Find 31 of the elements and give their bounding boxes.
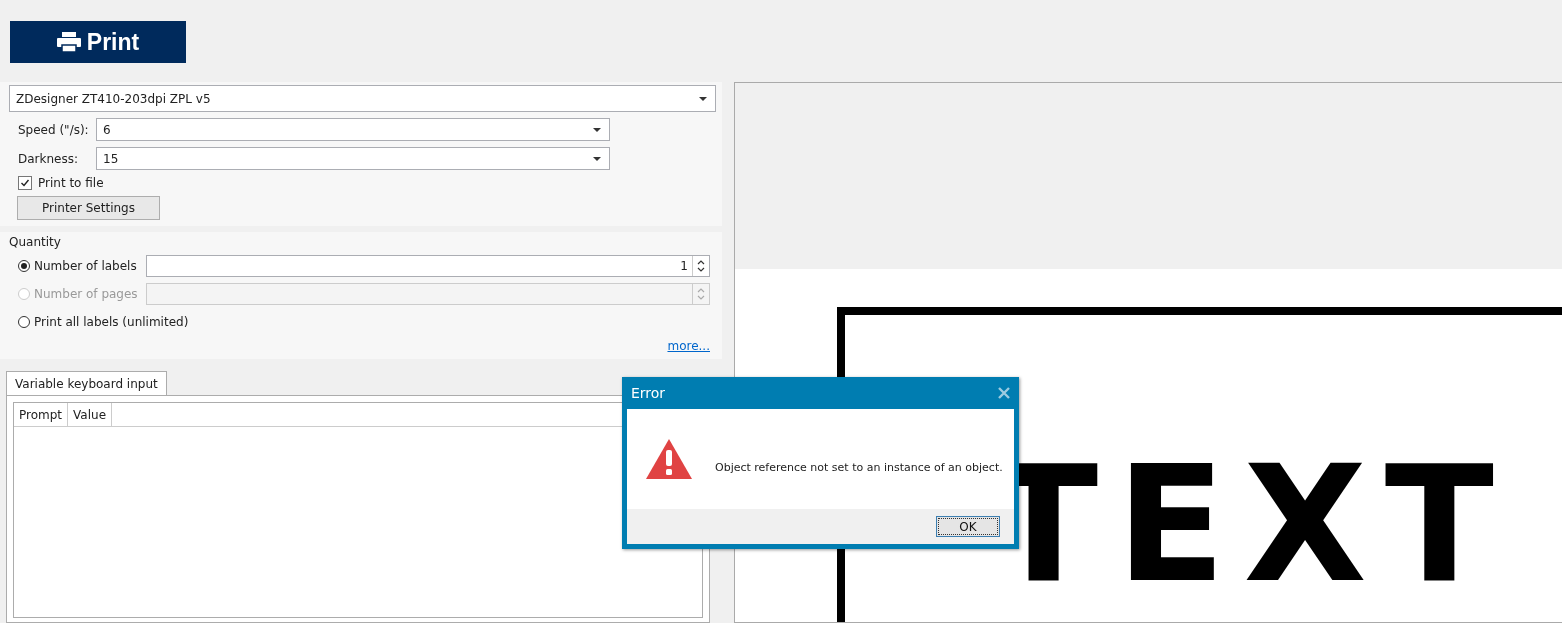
radio-button[interactable]	[18, 260, 30, 272]
setting-label: Speed ("/s):	[18, 122, 90, 137]
radio-button[interactable]	[18, 316, 30, 328]
setting-dropdown[interactable]: 15	[96, 147, 610, 170]
printer-dropdown[interactable]: ZDesigner ZT410-203dpi ZPL v5	[9, 85, 716, 112]
error-message: Object reference not set to an instance of an object.	[715, 460, 1003, 474]
checkmark-icon	[20, 178, 30, 188]
dialog-title: Error	[631, 385, 666, 401]
spinner-icon[interactable]	[697, 258, 705, 274]
print-button[interactable]: Print	[10, 21, 186, 63]
printer-icon	[56, 32, 81, 52]
number-field[interactable]	[146, 283, 710, 305]
radio-label: Number of pages	[34, 287, 139, 301]
setting-dropdown[interactable]: 6	[96, 118, 610, 141]
ok-button[interactable]: OK	[936, 516, 1000, 537]
column-header: Value	[68, 403, 112, 426]
number-field[interactable]: 1	[146, 255, 710, 277]
setting-label: Darkness:	[18, 151, 79, 166]
column-header: Prompt	[14, 403, 69, 426]
caret-icon	[593, 156, 601, 161]
printer-settings-button[interactable]: Printer Settings	[17, 196, 160, 220]
radio-label: Print all labels (unlimited)	[34, 315, 189, 329]
tab[interactable]: Variable keyboard input	[6, 371, 167, 395]
caret-icon	[593, 127, 601, 132]
caret-icon	[699, 96, 707, 101]
warning-icon	[645, 438, 693, 480]
radio-label: Number of labels	[34, 259, 138, 273]
checkbox[interactable]	[18, 176, 32, 190]
checkbox-label: Print to file	[38, 176, 104, 190]
more-link[interactable]: more...	[667, 339, 710, 353]
section-title: Quantity	[9, 235, 62, 249]
